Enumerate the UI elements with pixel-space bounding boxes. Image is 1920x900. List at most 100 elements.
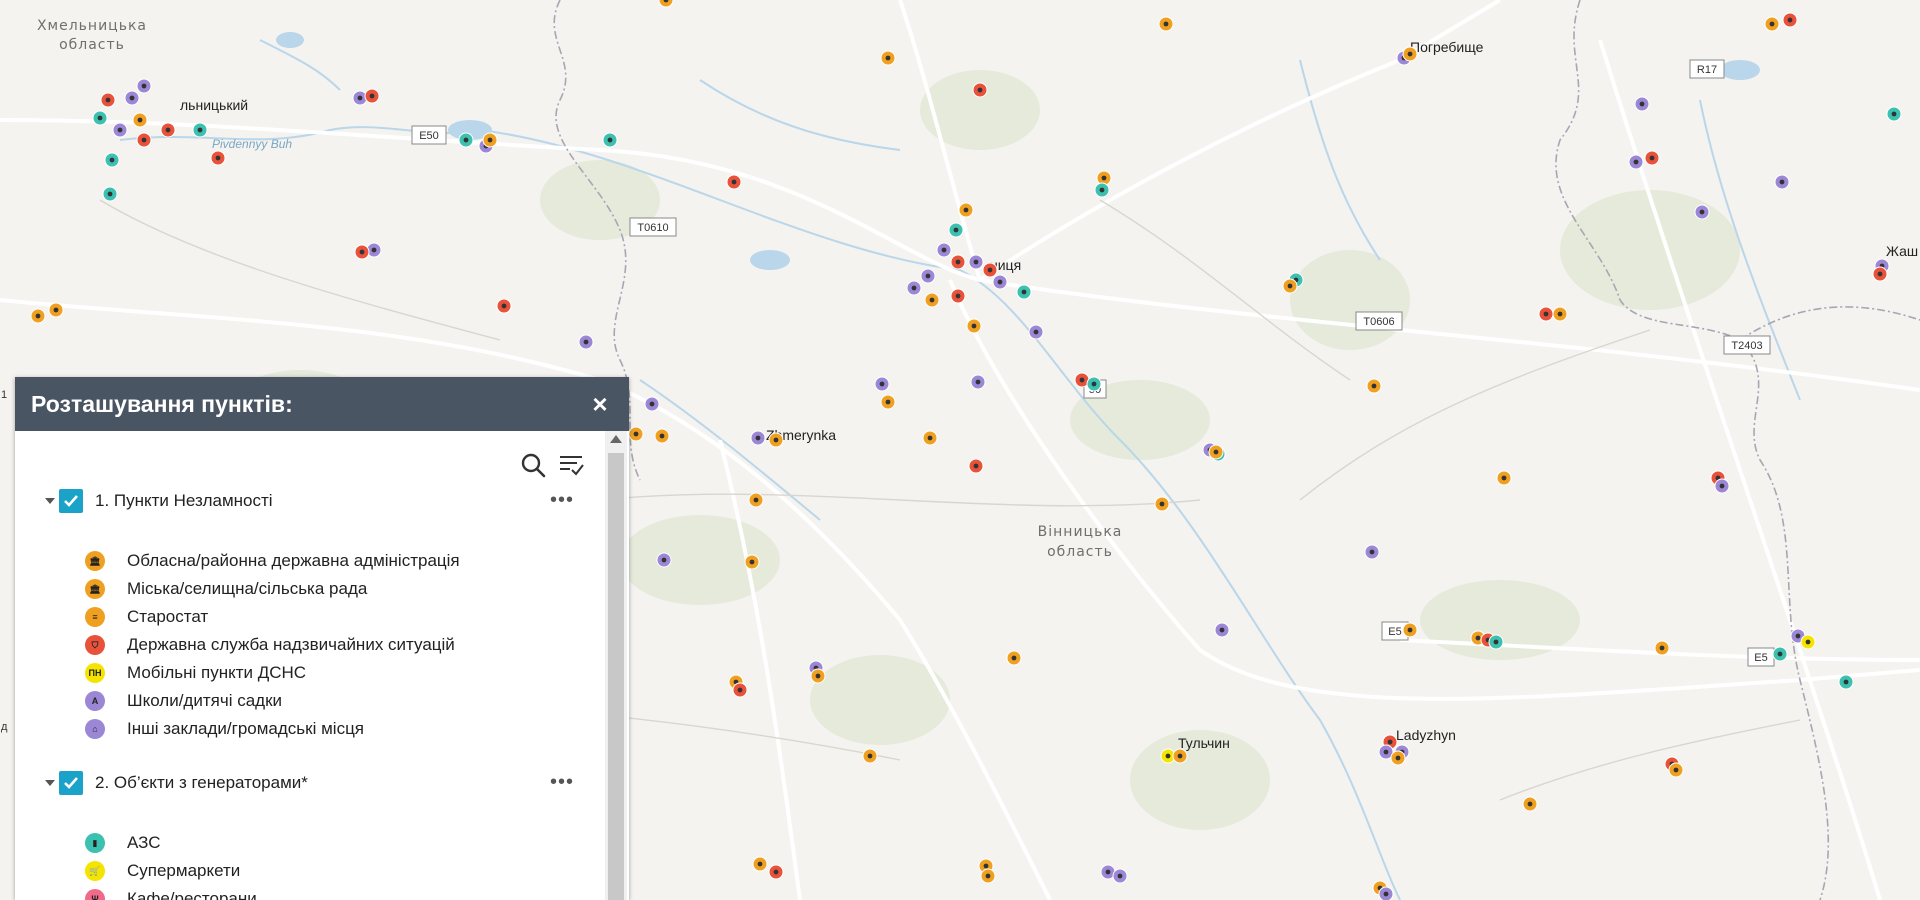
marker-glyph xyxy=(815,673,821,679)
marker-glyph xyxy=(357,95,363,101)
marker-glyph xyxy=(1383,749,1389,755)
marker-glyph xyxy=(1501,475,1507,481)
marker-glyph xyxy=(141,137,147,143)
marker-glyph xyxy=(1011,655,1017,661)
legend-symbol-icon: ⛉ xyxy=(85,635,105,655)
marker-glyph xyxy=(109,157,115,163)
marker-glyph xyxy=(35,313,41,319)
marker-glyph xyxy=(1633,159,1639,165)
marker-glyph xyxy=(1493,639,1499,645)
marker-glyph xyxy=(1673,767,1679,773)
marker-glyph xyxy=(1395,755,1401,761)
road-shield-t0610: T0610 xyxy=(629,217,677,237)
marker-glyph xyxy=(117,127,123,133)
legend-symbol-icon: Ψ xyxy=(85,889,105,900)
marker-glyph xyxy=(1719,483,1725,489)
marker-glyph xyxy=(1407,627,1413,633)
legend-label: Державна служба надзвичайних ситуацій xyxy=(127,635,455,654)
marker-glyph xyxy=(97,115,103,121)
marker-glyph xyxy=(1079,377,1085,383)
svg-text:область: область xyxy=(59,37,125,53)
marker-glyph xyxy=(1371,383,1377,389)
marker-glyph xyxy=(1891,111,1897,117)
svg-text:E5: E5 xyxy=(1754,652,1767,664)
layer-2-checkbox[interactable] xyxy=(59,771,83,795)
marker-glyph xyxy=(773,437,779,443)
legend-item: ⛉ Державна служба надзвичайних ситуацій xyxy=(85,631,460,659)
marker-glyph xyxy=(1033,329,1039,335)
layer-2-legend: ▮ АЗС 🛒 Супермаркети Ψ Кафе/ресторани xyxy=(85,829,257,900)
check-icon xyxy=(64,495,78,507)
legend-label: АЗС xyxy=(127,833,161,852)
svg-text:T0610: T0610 xyxy=(637,222,668,234)
filter-list-icon[interactable] xyxy=(557,451,585,479)
marker-glyph xyxy=(1649,155,1655,161)
layer-row-1[interactable]: 1. Пункти Незламності xyxy=(45,489,273,513)
marker-glyph xyxy=(941,247,947,253)
marker-glyph xyxy=(737,687,743,693)
marker-glyph xyxy=(885,399,891,405)
marker-glyph xyxy=(911,285,917,291)
legend-label: Інші заклади/громадські місця xyxy=(127,719,365,738)
marker-glyph xyxy=(1387,739,1393,745)
marker-glyph xyxy=(1805,639,1811,645)
marker-glyph xyxy=(633,431,639,437)
legend-label: Супермаркети xyxy=(127,861,241,880)
city-label-tulchyn: Тульчин xyxy=(1178,735,1230,751)
caret-down-icon[interactable] xyxy=(45,498,55,504)
layer-1-checkbox[interactable] xyxy=(59,489,83,513)
marker-glyph xyxy=(53,307,59,313)
marker-glyph xyxy=(215,155,221,161)
svg-text:область: область xyxy=(1047,544,1113,560)
marker-glyph xyxy=(927,435,933,441)
layer-1-legend: 🏛 Обласна/районна державна адміністрація 🏛… xyxy=(85,547,460,743)
legend-symbol-icon: ▮ xyxy=(85,833,105,853)
city-label-ladyzhyn: Ladyzhyn xyxy=(1396,727,1456,743)
panel-header: Розташування пунктів: × xyxy=(15,377,629,431)
marker-glyph xyxy=(1769,21,1775,27)
svg-text:R17: R17 xyxy=(1697,64,1717,76)
caret-down-icon[interactable] xyxy=(45,780,55,786)
road-shield-r17: R17 xyxy=(1689,59,1725,79)
marker-glyph xyxy=(1287,283,1293,289)
svg-text:Вінницька: Вінницька xyxy=(1038,524,1123,540)
legend-symbol-icon: 🏛 xyxy=(85,551,105,571)
close-button[interactable]: × xyxy=(587,389,613,420)
marker-glyph xyxy=(1407,51,1413,57)
marker-glyph xyxy=(1843,679,1849,685)
scroll-up-arrow-icon[interactable] xyxy=(610,435,622,443)
marker-glyph xyxy=(757,861,763,867)
legend-item: Ψ Кафе/ресторани xyxy=(85,885,257,900)
city-label-zhash: Жаш xyxy=(1886,243,1918,259)
panel-body: 1. Пункти Незламності ••• 🏛 Обласна/район… xyxy=(15,431,629,900)
marker-glyph xyxy=(1159,501,1165,507)
marker-glyph xyxy=(975,379,981,385)
legend-symbol-icon: ⌂ xyxy=(85,719,105,739)
layer-1-label: 1. Пункти Незламності xyxy=(95,491,273,510)
marker-glyph xyxy=(1099,187,1105,193)
svg-text:T0606: T0606 xyxy=(1363,316,1394,328)
river-label: Pivdennyy Buh xyxy=(212,137,292,151)
marker-glyph xyxy=(1639,101,1645,107)
panel-scrollbar[interactable] xyxy=(605,431,627,900)
svg-text:E50: E50 xyxy=(419,130,439,142)
layer-1-more-button[interactable]: ••• xyxy=(550,489,574,512)
marker-glyph xyxy=(1117,873,1123,879)
legend-panel: Розташування пунктів: × 1. Пункти Незлам… xyxy=(15,377,629,900)
marker-glyph xyxy=(1177,753,1183,759)
scroll-thumb[interactable] xyxy=(608,453,624,900)
legend-symbol-icon: ПН xyxy=(85,663,105,683)
marker-glyph xyxy=(501,303,507,309)
marker-glyph xyxy=(197,127,203,133)
layer-2-label: 2. Об’єкти з генераторами* xyxy=(95,773,308,792)
city-label-pohrebyshche: Погребище xyxy=(1410,39,1484,55)
marker-glyph xyxy=(607,137,613,143)
layer-row-2[interactable]: 2. Об’єкти з генераторами* xyxy=(45,771,308,795)
marker-glyph xyxy=(1369,549,1375,555)
search-icon[interactable] xyxy=(519,451,547,479)
legend-symbol-icon: ≡ xyxy=(85,607,105,627)
layer-2-more-button[interactable]: ••• xyxy=(550,771,574,794)
marker-glyph xyxy=(1475,635,1481,641)
road-shield-e50: E50 xyxy=(411,125,447,145)
marker-glyph xyxy=(731,179,737,185)
